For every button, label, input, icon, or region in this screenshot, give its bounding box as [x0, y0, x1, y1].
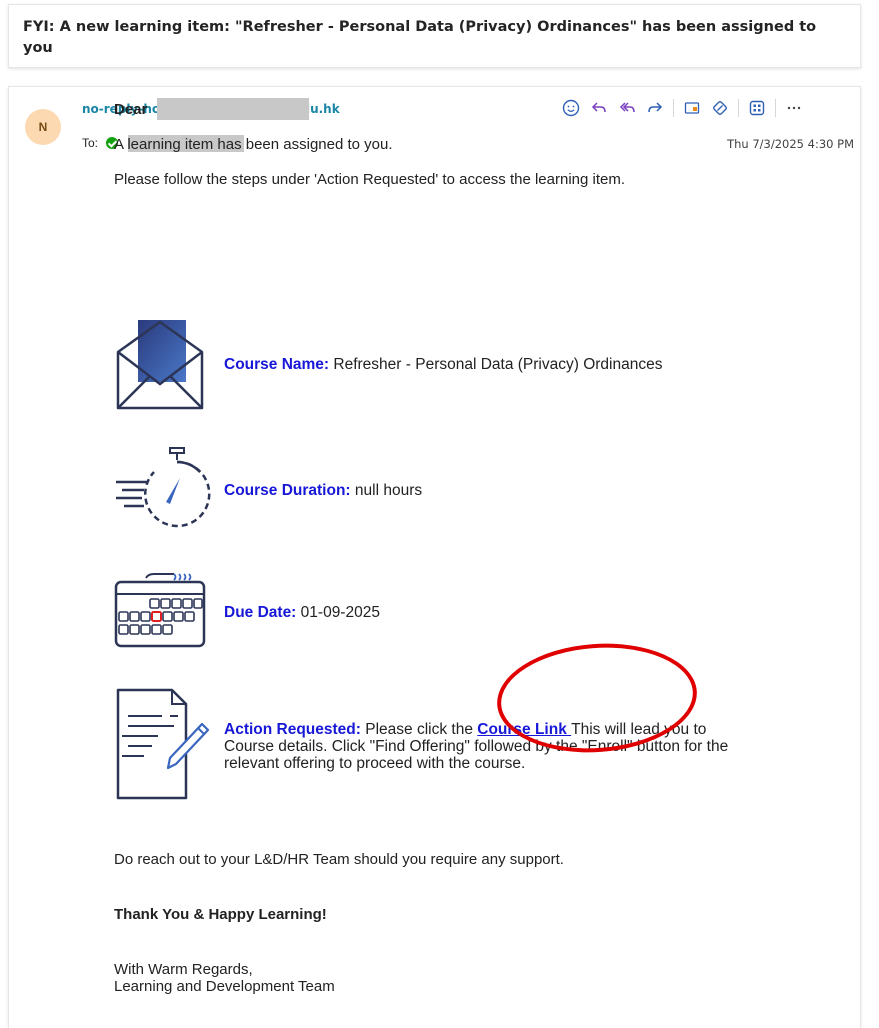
message-card: N no-reply-hcm@cloudsaas.hkbu.edu.hk To:… — [8, 86, 861, 1028]
duration-value: null hours — [350, 481, 423, 499]
regards-line: With Warm Regards, — [114, 961, 253, 978]
course-name-label: Course Name: — [224, 355, 330, 373]
action-requested-text: Action Requested: Please click the Cours… — [224, 721, 744, 772]
action-text-part1: Please click the — [360, 720, 478, 738]
intro-line: A learning item has been assigned to you… — [114, 136, 393, 153]
course-link[interactable]: Course Link — [477, 721, 571, 738]
team-name: Learning and Development Team — [114, 978, 335, 995]
course-name-row: Course Name: Refresher - Personal Data (… — [114, 312, 662, 416]
redacted-name — [157, 98, 310, 120]
calendar-icon — [114, 572, 224, 652]
due-date-row: Due Date: 01-09-2025 — [114, 572, 380, 652]
course-name-text: Course Name: Refresher - Personal Data (… — [224, 356, 662, 373]
greeting-line: Dear — [114, 98, 814, 120]
duration-text: Course Duration: null hours — [224, 482, 422, 499]
course-name-value: Refresher - Personal Data (Privacy) Ordi… — [329, 355, 663, 373]
to-label: To: — [82, 136, 99, 150]
sender-avatar[interactable]: N — [25, 109, 61, 145]
stopwatch-icon — [114, 446, 224, 534]
course-duration-row: Course Duration: null hours — [114, 446, 422, 534]
email-subject: FYI: A new learning item: "Refresher - P… — [23, 19, 817, 56]
due-date-value: 01-09-2025 — [296, 603, 380, 621]
due-date-text: Due Date: 01-09-2025 — [224, 604, 380, 621]
duration-label: Course Duration: — [224, 481, 351, 499]
email-body: Dear A learning item has been assigned t… — [114, 98, 814, 995]
message-timestamp: Thu 7/3/2025 4:30 PM — [727, 137, 854, 151]
support-line: Do reach out to your L&D/HR Team should … — [114, 851, 564, 868]
instructions-line: Please follow the steps under 'Action Re… — [114, 171, 626, 188]
document-pen-icon — [114, 688, 224, 804]
due-date-label: Due Date: — [224, 603, 297, 621]
envelope-icon — [114, 312, 224, 416]
action-requested-label: Action Requested: — [224, 720, 361, 738]
greeting: Dear — [114, 100, 148, 118]
thanks-line: Thank You & Happy Learning! — [114, 906, 327, 923]
action-requested-row: Action Requested: Please click the Cours… — [114, 688, 744, 804]
subject-header: FYI: A new learning item: "Refresher - P… — [8, 4, 861, 68]
signature: With Warm Regards, Learning and Developm… — [114, 961, 335, 995]
